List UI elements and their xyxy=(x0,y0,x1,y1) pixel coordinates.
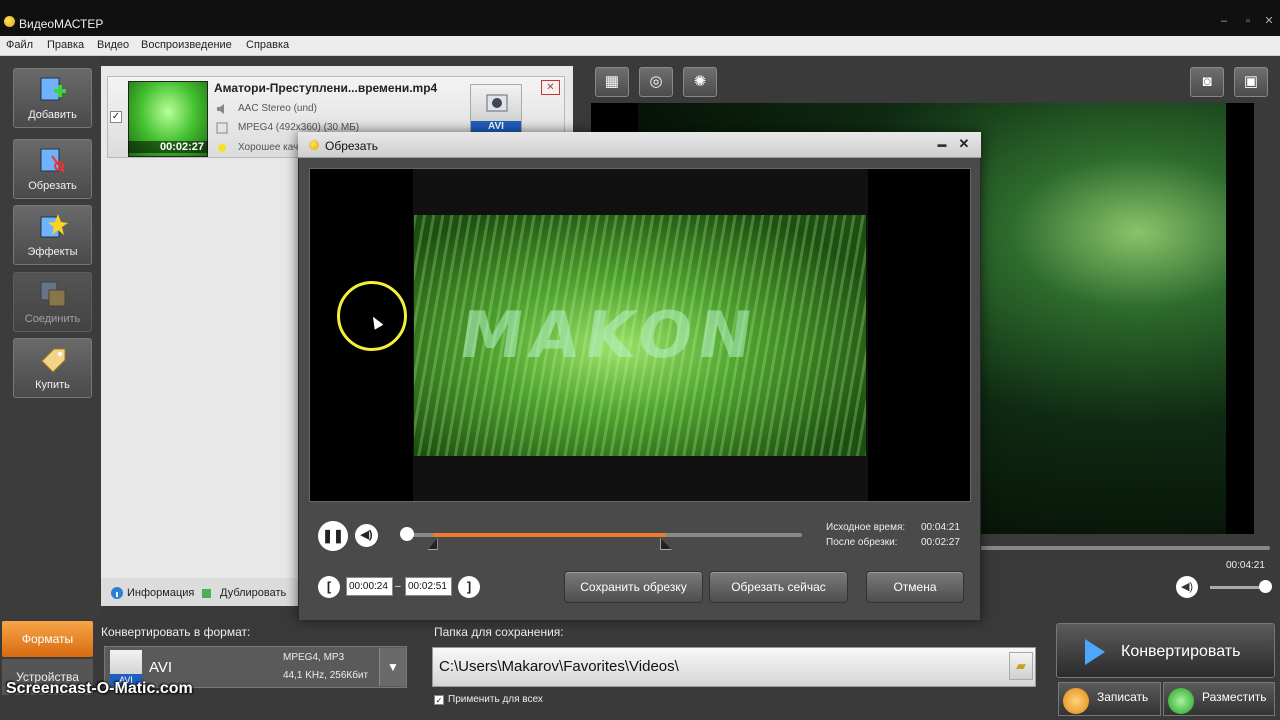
trim-dialog-title: Обрезать xyxy=(325,139,378,153)
effects-sparkle-icon xyxy=(38,212,68,242)
file-checkbox[interactable]: ✓ xyxy=(110,111,122,123)
file-name: Аматори-Преступлени...времени.mp4 xyxy=(214,81,438,95)
buy-button[interactable]: Купить xyxy=(13,338,92,398)
time-range-dash: – xyxy=(395,581,401,592)
camera-icon xyxy=(486,94,508,112)
join-film-icon xyxy=(38,279,68,309)
close-icon[interactable]: ✕ xyxy=(1262,14,1276,28)
format-codec: MPEG4, MP3 xyxy=(283,652,345,663)
save-folder-path[interactable]: C:\Users\Makarov\Favorites\Videos\ xyxy=(439,658,679,675)
dialog-logo-icon xyxy=(309,140,319,150)
set-end-icon[interactable]: ] xyxy=(458,576,480,598)
preview-volume-knob[interactable] xyxy=(1259,580,1272,593)
apply-all-label: Применить для всех xyxy=(448,694,543,705)
apply-all-checkbox[interactable]: ✓ Применить для всех xyxy=(434,694,543,705)
end-time-input[interactable]: 00:02:51 xyxy=(405,577,452,596)
set-start-icon[interactable]: [ xyxy=(318,576,340,598)
video-icon xyxy=(216,122,229,134)
save-folder-label: Папка для сохранения: xyxy=(434,625,564,639)
menu-file[interactable]: Файл xyxy=(6,39,33,51)
add-button[interactable]: Добавить xyxy=(13,68,92,128)
start-time-input[interactable]: 00:00:24 xyxy=(346,577,393,596)
menu-help[interactable]: Справка xyxy=(246,39,289,51)
format-dropdown-icon[interactable]: ▼ xyxy=(379,648,406,686)
folder-open-icon[interactable]: ▰ xyxy=(1009,652,1033,680)
file-audio-info: AAC Stereo (und) xyxy=(238,103,317,114)
volume-icon[interactable]: ◀) xyxy=(355,524,378,547)
add-label: Добавить xyxy=(28,109,77,121)
dialog-maximize-icon[interactable]: ▬ xyxy=(936,139,948,151)
dialog-close-icon[interactable]: ✕ xyxy=(957,137,971,151)
menu-edit[interactable]: Правка xyxy=(47,39,84,51)
video-watermark: MAKON xyxy=(454,299,764,373)
maximize-icon[interactable]: ▫ xyxy=(1241,14,1255,28)
file-actions-bar: Информация Дублировать xyxy=(101,578,301,606)
buy-label: Купить xyxy=(35,379,70,391)
format-audio: 44,1 KHz, 256Кбит xyxy=(283,670,369,681)
fullscreen-icon[interactable]: ▣ xyxy=(1234,67,1268,97)
after-trim-label: После обрезки: xyxy=(826,537,898,548)
format-badge: AVI xyxy=(470,84,522,134)
preview-volume-icon[interactable]: ◀) xyxy=(1176,576,1198,598)
format-name: AVI xyxy=(149,659,173,676)
info-icon xyxy=(111,587,123,602)
snapshot-icon[interactable]: ◙ xyxy=(1190,67,1224,97)
after-trim-value: 00:02:27 xyxy=(921,537,960,548)
preview-total-time: 00:04:21 xyxy=(1226,560,1265,571)
tab-formats[interactable]: Форматы xyxy=(2,621,93,657)
stabilize-icon[interactable]: ◎ xyxy=(639,67,673,97)
record-label: Записать xyxy=(1097,690,1149,704)
trim-dialog-titlebar xyxy=(298,132,981,158)
menu-bar: Файл Правка Видео Воспроизведение Справк… xyxy=(0,36,1280,56)
trim-selection xyxy=(432,533,667,537)
add-film-icon xyxy=(38,75,68,105)
trim-button[interactable]: Обрезать xyxy=(13,139,92,199)
window-title: ВидеоМАСТЕР xyxy=(19,17,104,31)
duplicate-icon xyxy=(201,587,213,602)
convert-arrow-icon xyxy=(1085,639,1105,665)
playhead-knob[interactable] xyxy=(400,527,414,541)
menu-playback[interactable]: Воспроизведение xyxy=(141,39,232,51)
trim-video-preview[interactable]: MAKON xyxy=(309,168,971,502)
join-label: Соединить xyxy=(24,313,81,325)
app-logo-icon xyxy=(4,16,15,27)
source-time-value: 00:04:21 xyxy=(921,522,960,533)
join-button[interactable]: Соединить xyxy=(13,272,92,332)
cancel-button[interactable]: Отмена xyxy=(866,571,964,603)
window-titlebar: ВидеоМАСТЕР – ▫ ✕ xyxy=(0,0,1280,36)
preview-toolbar: ▦ ◎ ✺ ◙ ▣ xyxy=(578,57,1280,103)
remove-file-button[interactable]: ✕ xyxy=(541,80,560,95)
file-duration: 00:02:27 xyxy=(128,141,208,153)
screencast-watermark: Screencast-O-Matic.com xyxy=(6,680,193,697)
trim-label: Обрезать xyxy=(28,180,77,192)
effects-button[interactable]: Эффекты xyxy=(13,205,92,265)
duplicate-button[interactable]: Дублировать xyxy=(220,587,286,599)
brightness-icon[interactable]: ✺ xyxy=(683,67,717,97)
minimize-icon[interactable]: – xyxy=(1217,14,1231,28)
price-tag-icon xyxy=(38,345,68,375)
publish-icon xyxy=(1168,688,1194,714)
menu-video[interactable]: Видео xyxy=(97,39,129,51)
scissors-film-icon xyxy=(38,146,68,176)
preview-seek-bar[interactable] xyxy=(980,546,1270,550)
crop-icon[interactable]: ▦ xyxy=(595,67,629,97)
left-toolbar: Добавить Обрезать Эффекты Соединить Купи… xyxy=(0,57,100,620)
convert-format-label: Конвертировать в формат: xyxy=(101,625,251,639)
pause-button[interactable]: ❚❚ xyxy=(318,521,348,551)
publish-label: Разместить xyxy=(1202,690,1267,704)
info-button[interactable]: Информация xyxy=(127,587,194,599)
disc-icon xyxy=(1063,688,1089,714)
effects-label: Эффекты xyxy=(27,246,78,258)
source-time-label: Исходное время: xyxy=(826,522,906,533)
save-trim-button[interactable]: Сохранить обрезку xyxy=(564,571,703,603)
quality-sun-icon xyxy=(216,142,229,154)
convert-label: Конвертировать xyxy=(1121,643,1241,660)
file-quality[interactable]: Хорошее кач xyxy=(238,142,298,153)
audio-icon xyxy=(216,103,229,115)
trim-now-button[interactable]: Обрезать сейчас xyxy=(709,571,848,603)
